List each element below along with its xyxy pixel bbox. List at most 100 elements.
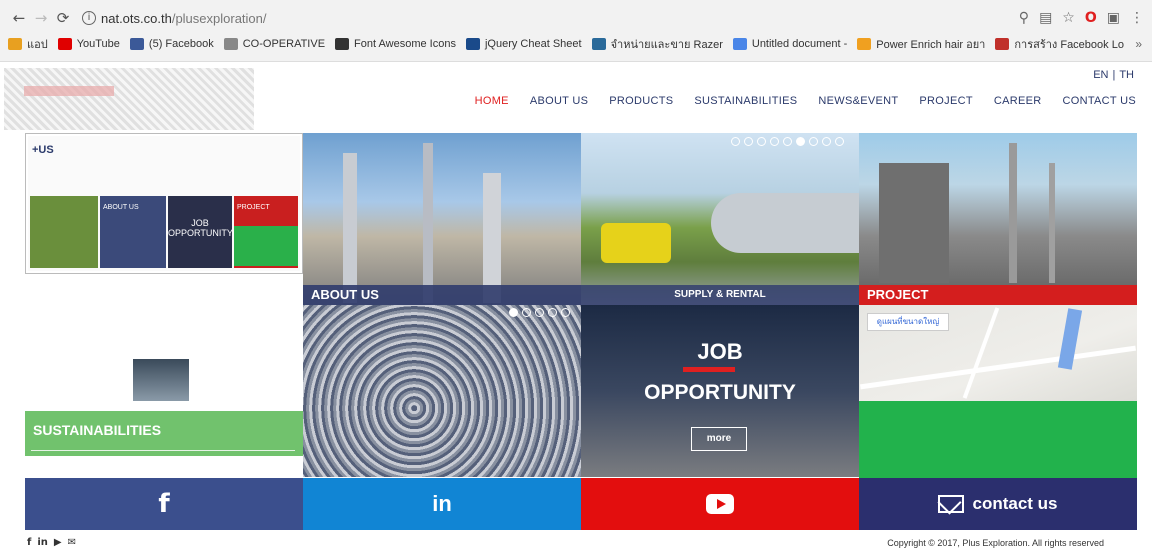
sustainabilities-divider [31, 450, 295, 451]
footer-youtube-icon[interactable]: ▶ [54, 537, 62, 548]
carousel-dot[interactable] [770, 137, 779, 146]
extension-icon[interactable]: ▣ [1107, 10, 1120, 26]
contact-us-button[interactable]: contact us [859, 478, 1137, 530]
bookmark-item[interactable]: jQuery Cheat Sheet [465, 38, 582, 50]
footer-facebook-icon[interactable]: f [27, 537, 31, 548]
event-carousel-dots [509, 308, 570, 317]
menu-item-home[interactable]: HOME [475, 95, 509, 107]
bookmark-label: จำหน่ายและขาย Razer [610, 39, 723, 51]
carousel-dot[interactable] [548, 308, 557, 317]
carousel-dot[interactable] [835, 137, 844, 146]
bookmark-label: การสร้าง Facebook Lo [1014, 39, 1124, 51]
map-tile[interactable]: ดูแผนที่ขนาดใหญ่ [859, 305, 1137, 401]
globe-icon [591, 38, 606, 50]
bookmark-item[interactable]: CO-OPERATIVE [223, 38, 325, 50]
mini-logo: +US [32, 144, 54, 156]
info-icon[interactable]: i [82, 11, 96, 25]
job-title: JOB [697, 339, 743, 364]
bookmark-item[interactable]: (5) Facebook [129, 38, 214, 50]
circle-icon [857, 38, 872, 50]
mini-tile-job: JOB OPPORTUNITY [168, 196, 233, 268]
bookmark-label: Power Enrich hair อยา [876, 39, 986, 51]
carousel-dot[interactable] [744, 137, 753, 146]
bookmark-item[interactable]: แอป [8, 35, 48, 53]
linkedin-button[interactable]: in [303, 478, 581, 530]
menu-item-products[interactable]: PRODUCTS [609, 95, 673, 107]
url-path: /plusexploration/ [171, 10, 267, 26]
view-larger-map-button[interactable]: ดูแผนที่ขนาดใหญ่ [867, 313, 949, 331]
copyright-text: Copyright © 2017, Plus Exploration. All … [887, 538, 1104, 548]
job-more-button[interactable]: more [691, 427, 747, 451]
carousel-dot[interactable] [522, 308, 531, 317]
mini-tile-about: ABOUT US [100, 196, 166, 268]
carousel-dot[interactable] [809, 137, 818, 146]
menu-item-sustainabilities[interactable]: SUSTAINABILITIES [694, 95, 797, 107]
carousel-dot[interactable] [535, 308, 544, 317]
carousel-dot[interactable] [757, 137, 766, 146]
carousel-dot[interactable] [822, 137, 831, 146]
star-icon[interactable]: ☆ [1062, 10, 1075, 26]
menu-item-about-us[interactable]: ABOUT US [530, 95, 588, 107]
carousel-dot[interactable] [561, 308, 570, 317]
bookmark-label: Font Awesome Icons [354, 38, 456, 50]
flag-icon [335, 38, 350, 50]
bookmark-item[interactable]: Font Awesome Icons [335, 38, 456, 50]
zoom-icon[interactable]: ⚲ [1019, 10, 1029, 26]
map-water [1057, 308, 1083, 370]
youtube-button[interactable] [581, 478, 859, 530]
carousel-dot[interactable] [731, 137, 740, 146]
map-info-tile[interactable] [859, 401, 1137, 478]
footer-social-icons: f in ▶ ✉ [27, 537, 76, 548]
forward-icon[interactable]: → [30, 9, 52, 27]
linkedin-icon: in [432, 491, 452, 516]
menu-item-news-event[interactable]: NEWS&EVENT [818, 95, 898, 107]
menu-item-project[interactable]: PROJECT [919, 95, 972, 107]
site-logo[interactable] [4, 68, 254, 130]
opera-icon[interactable]: O [1085, 10, 1097, 26]
users-icon [465, 38, 480, 50]
news-event-tile[interactable] [303, 305, 581, 477]
footer-linkedin-icon[interactable]: in [37, 537, 48, 548]
sustainabilities-tile[interactable]: SUSTAINABILITIES [25, 411, 303, 456]
carousel-dot-active[interactable] [509, 308, 518, 317]
supply-rental-tile[interactable]: SUPPLY & RENTAL [581, 133, 859, 305]
bookmark-item[interactable]: การสร้าง Facebook Lo [995, 35, 1124, 53]
bookmark-item[interactable]: จำหน่ายและขาย Razer [591, 35, 723, 53]
address-bar[interactable]: i nat.ots.co.th/plusexploration/ [82, 11, 267, 26]
menu-item-career[interactable]: CAREER [994, 95, 1042, 107]
about-us-caption: ABOUT US [303, 285, 581, 305]
bookmarks-bar: แอป YouTube (5) Facebook CO-OPERATIVE Font A… [8, 33, 1134, 55]
supply-carousel-dots [731, 137, 844, 146]
translate-icon[interactable]: ▤ [1039, 10, 1052, 26]
docs-icon [732, 38, 747, 50]
bookmarks-more-button[interactable]: » [1135, 33, 1142, 55]
project-tile[interactable]: PROJECT [859, 133, 1137, 305]
menu-dots-icon[interactable]: ⋮ [1130, 10, 1144, 26]
facebook-button[interactable]: f [25, 478, 303, 530]
bookmark-item[interactable]: Untitled document - [732, 38, 847, 50]
youtube-icon [706, 494, 734, 514]
supply-rental-caption: SUPPLY & RENTAL [581, 285, 859, 305]
contact-us-label: contact us [972, 494, 1058, 513]
envelope-icon [938, 495, 965, 513]
bookmark-item[interactable]: Power Enrich hair อยา [857, 35, 985, 53]
mini-tile-map [234, 226, 298, 266]
mini-site-preview: +US ABOUT US JOB OPPORTUNITY PROJECT [28, 136, 300, 271]
facebook-icon [129, 38, 144, 50]
menu-item-contact-us[interactable]: CONTACT US [1063, 95, 1137, 107]
footer-mail-icon[interactable]: ✉ [68, 537, 76, 548]
job-title-underline [683, 367, 735, 372]
bookmark-label: jQuery Cheat Sheet [484, 38, 582, 50]
page-icon [223, 38, 238, 50]
lang-en-link[interactable]: EN [1093, 69, 1108, 81]
job-opportunity-tile[interactable]: JOB OPPORTUNITY more [581, 305, 859, 477]
about-us-tile[interactable]: ABOUT US [303, 133, 581, 305]
carousel-dot-active[interactable] [796, 137, 805, 146]
lang-th-link[interactable]: TH [1119, 69, 1134, 81]
back-icon[interactable]: ← [8, 9, 30, 27]
carousel-dot[interactable] [783, 137, 792, 146]
reload-icon[interactable]: ⟳ [52, 9, 74, 27]
browser-chrome: ← → ⟳ i nat.ots.co.th/plusexploration/ ⚲… [0, 0, 1152, 62]
bookmark-item[interactable]: YouTube [57, 38, 120, 50]
language-switch: EN | TH [1093, 69, 1134, 81]
